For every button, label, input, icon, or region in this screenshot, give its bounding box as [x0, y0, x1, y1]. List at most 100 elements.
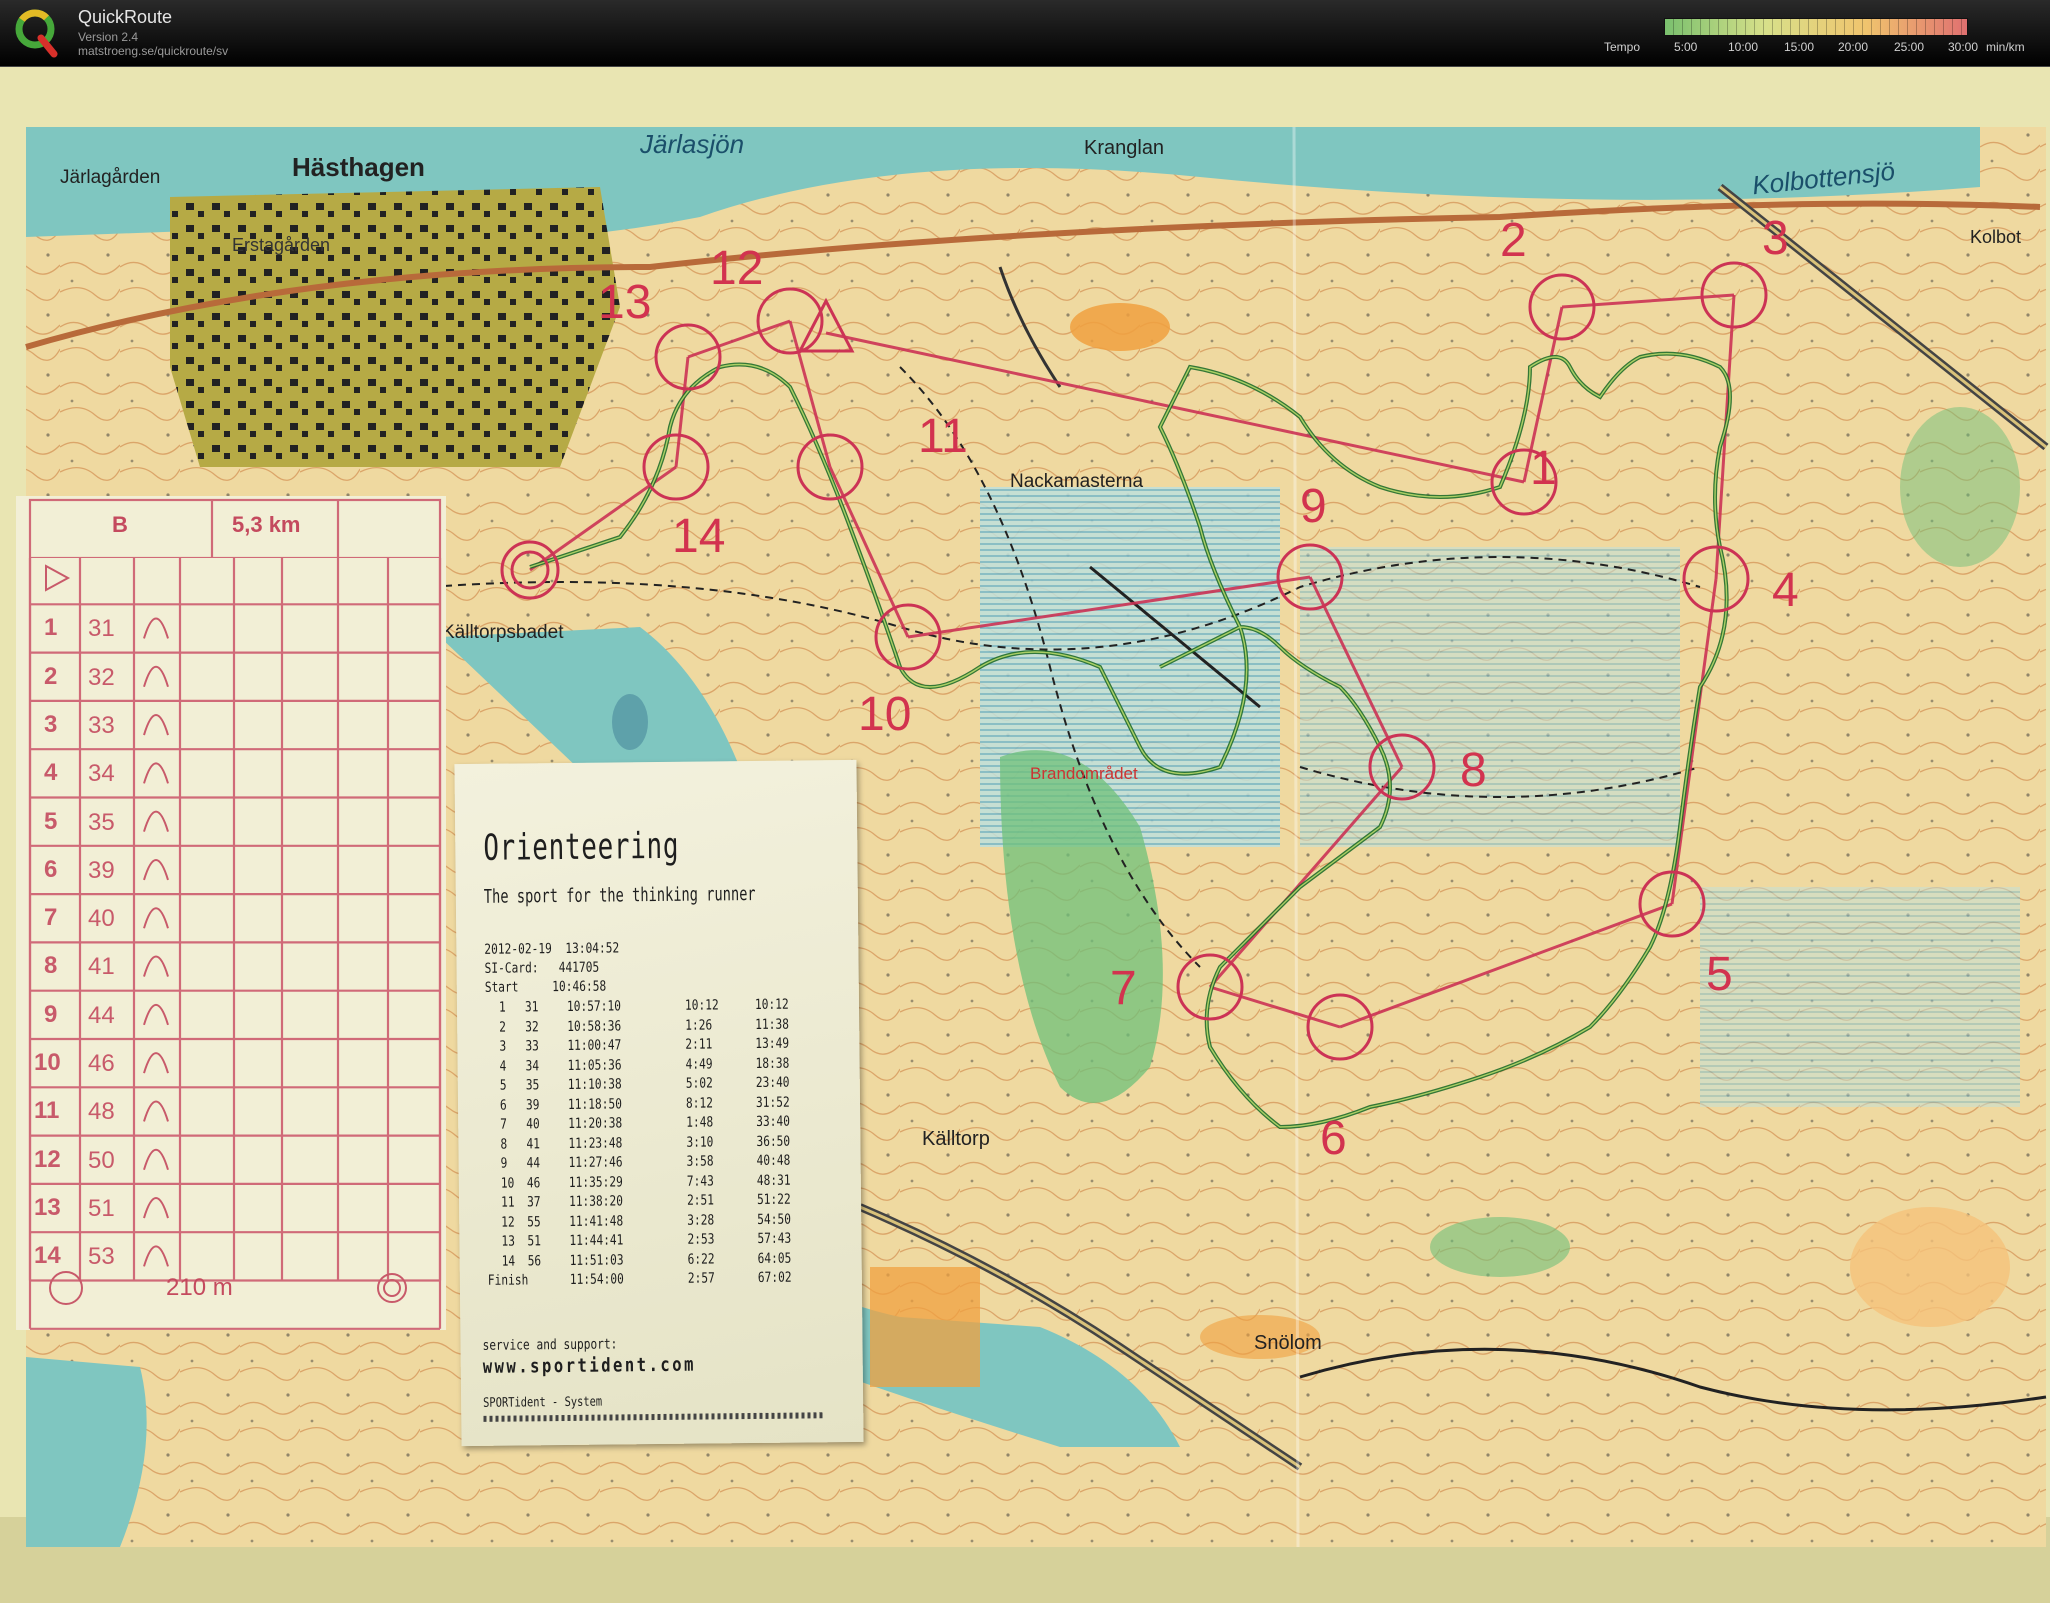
receipt-split-cell: 6:22 — [687, 1250, 715, 1268]
receipt-split-cell: 4:49 — [685, 1055, 713, 1073]
control-sequence-number: 9 — [44, 1000, 58, 1028]
control-number: 8 — [1460, 744, 1487, 797]
receipt-split-cell: 11:41:48 — [569, 1212, 624, 1230]
tempo-legend-label: Tempo — [1604, 40, 1641, 54]
tempo-tick: 15:00 — [1784, 40, 1815, 54]
control-code: 50 — [88, 1146, 115, 1174]
place-name: Järlagården — [60, 167, 161, 188]
receipt-split-cell: 10:57:10 — [566, 998, 622, 1015]
receipt-service: service and support: — [482, 1336, 618, 1354]
place-name: Källtorp — [922, 1128, 990, 1150]
control-feature-symbol-icon — [143, 810, 169, 832]
control-number: 6 — [1320, 1112, 1347, 1165]
receipt-split-cell: 56 — [527, 1252, 542, 1269]
receipt-system: SPORTident - System — [483, 1394, 603, 1411]
control-number: 1 — [1530, 442, 1557, 495]
tempo-color-scale — [1664, 18, 1968, 36]
receipt-split-cell: 40 — [526, 1116, 540, 1133]
control-sequence-number: 6 — [44, 855, 58, 883]
receipt-split-cell: 1:26 — [685, 1016, 713, 1034]
control-number: 12 — [710, 242, 764, 295]
control-sequence-number: 5 — [44, 807, 58, 835]
receipt-split-cell: 40:48 — [756, 1152, 791, 1169]
finish-start-symbol-icon — [49, 1271, 83, 1305]
receipt-split-cell: 4 — [499, 1058, 507, 1075]
receipt-split-cell: 8 — [500, 1136, 508, 1153]
control-feature-symbol-icon — [143, 617, 169, 639]
place-name: Järlasjön — [640, 129, 745, 159]
receipt-split-cell: 64:05 — [757, 1250, 792, 1267]
control-feature-symbol-icon — [143, 762, 169, 784]
receipt-split-cell: 11:10:38 — [567, 1076, 622, 1093]
control-feature-symbol-icon — [143, 955, 169, 977]
receipt-split-cell: 2:53 — [687, 1231, 715, 1248]
control-number: 14 — [672, 510, 726, 563]
tempo-tick: 25:00 — [1894, 40, 1925, 54]
tempo-tick: 30:00 — [1948, 40, 1979, 54]
place-name: Brandområdet — [1030, 764, 1138, 783]
control-feature-symbol-icon — [143, 1245, 169, 1267]
receipt-splits-table: 1 31 10:57:10 10:12 10:12 2 32 10:58:36 1:26 11:3… — [485, 996, 828, 1292]
control-feature-symbol-icon — [143, 1052, 169, 1074]
receipt-split-cell: 11:54:00 — [569, 1271, 624, 1288]
receipt-split-cell: 57:43 — [757, 1230, 792, 1247]
app-version: Version 2.4 — [78, 30, 139, 44]
control-code: 44 — [88, 1001, 115, 1029]
receipt-split-cell: 31:52 — [755, 1094, 790, 1111]
app-title: QuickRoute — [78, 7, 173, 27]
receipt-split-cell: 34 — [525, 1057, 540, 1074]
receipt-split-cell: 2 — [499, 1019, 507, 1036]
control-description-grid — [28, 556, 442, 1330]
receipt-split-cell: 5 — [499, 1077, 507, 1094]
receipt-split-cell: 8:12 — [685, 1094, 714, 1112]
receipt-split-cell: 11:35:29 — [568, 1173, 623, 1191]
receipt-split-cell: 54:50 — [757, 1211, 792, 1228]
tempo-legend-ticks: 5:00 10:00 15:00 20:00 25:00 30:00 min/k… — [1664, 40, 2044, 56]
receipt-split-cell: 6 — [499, 1097, 507, 1114]
control-code: 51 — [88, 1194, 115, 1222]
control-sequence-number: 7 — [44, 904, 58, 932]
receipt-split-cell: 32 — [525, 1018, 539, 1035]
control-sequence-number: 8 — [44, 952, 58, 980]
receipt-split-cell: 51 — [527, 1233, 542, 1250]
receipt-split-cell: 11:00:47 — [567, 1037, 622, 1054]
receipt-split-cell: 55 — [527, 1213, 541, 1230]
receipt-title: Orienteering — [483, 825, 680, 869]
receipt-split-cell: 11:38 — [755, 1016, 789, 1033]
receipt-split-cell: 13 — [501, 1233, 516, 1250]
app-header: QuickRoute Version 2.4 matstroeng.se/qui… — [0, 0, 2050, 67]
control-sequence-number: 1 — [44, 614, 58, 642]
receipt-split-cell: 39 — [525, 1096, 540, 1113]
receipt-split-cell: 33 — [525, 1038, 539, 1055]
course-name-label: B — [112, 512, 128, 537]
receipt-split-row: Finish 11:54:00 2:57 67:02 — [488, 1269, 828, 1292]
control-sequence-number: 11 — [34, 1097, 60, 1125]
control-number: 2 — [1500, 214, 1527, 267]
control-number: 13 — [598, 276, 652, 329]
si-receipt: Orienteering The sport for the thinking … — [454, 759, 864, 1447]
control-code: 53 — [88, 1243, 115, 1271]
control-feature-symbol-icon — [143, 858, 169, 881]
receipt-split-cell: 12 — [501, 1214, 515, 1231]
receipt-split-cell: 36:50 — [756, 1133, 791, 1150]
receipt-split-cell: 3 — [499, 1038, 507, 1055]
receipt-split-cell: 10:12 — [754, 996, 789, 1013]
control-description-header: B 5,3 km — [16, 496, 446, 560]
receipt-split-cell: 11:51:03 — [569, 1251, 624, 1269]
control-feature-symbol-icon — [143, 1003, 169, 1026]
control-number: 11 — [918, 410, 968, 463]
app-url[interactable]: matstroeng.se/quickroute/sv — [78, 44, 228, 58]
control-description-header-grid — [28, 498, 442, 560]
control-number: 7 — [1110, 962, 1137, 1015]
receipt-split-cell: 31 — [524, 999, 539, 1016]
receipt-split-cell: 51:22 — [756, 1191, 791, 1208]
control-code: 31 — [88, 615, 115, 643]
receipt-split-cell: 3:28 — [687, 1211, 715, 1229]
control-code: 41 — [88, 953, 115, 981]
receipt-split-cell: Finish — [487, 1272, 529, 1289]
receipt-perforation — [483, 1412, 824, 1422]
place-name: Nackamasterna — [1010, 471, 1144, 492]
place-name: Källtorpsbadet — [442, 622, 564, 643]
quickroute-logo-icon — [15, 9, 58, 58]
place-name: Erstagården — [232, 235, 331, 255]
